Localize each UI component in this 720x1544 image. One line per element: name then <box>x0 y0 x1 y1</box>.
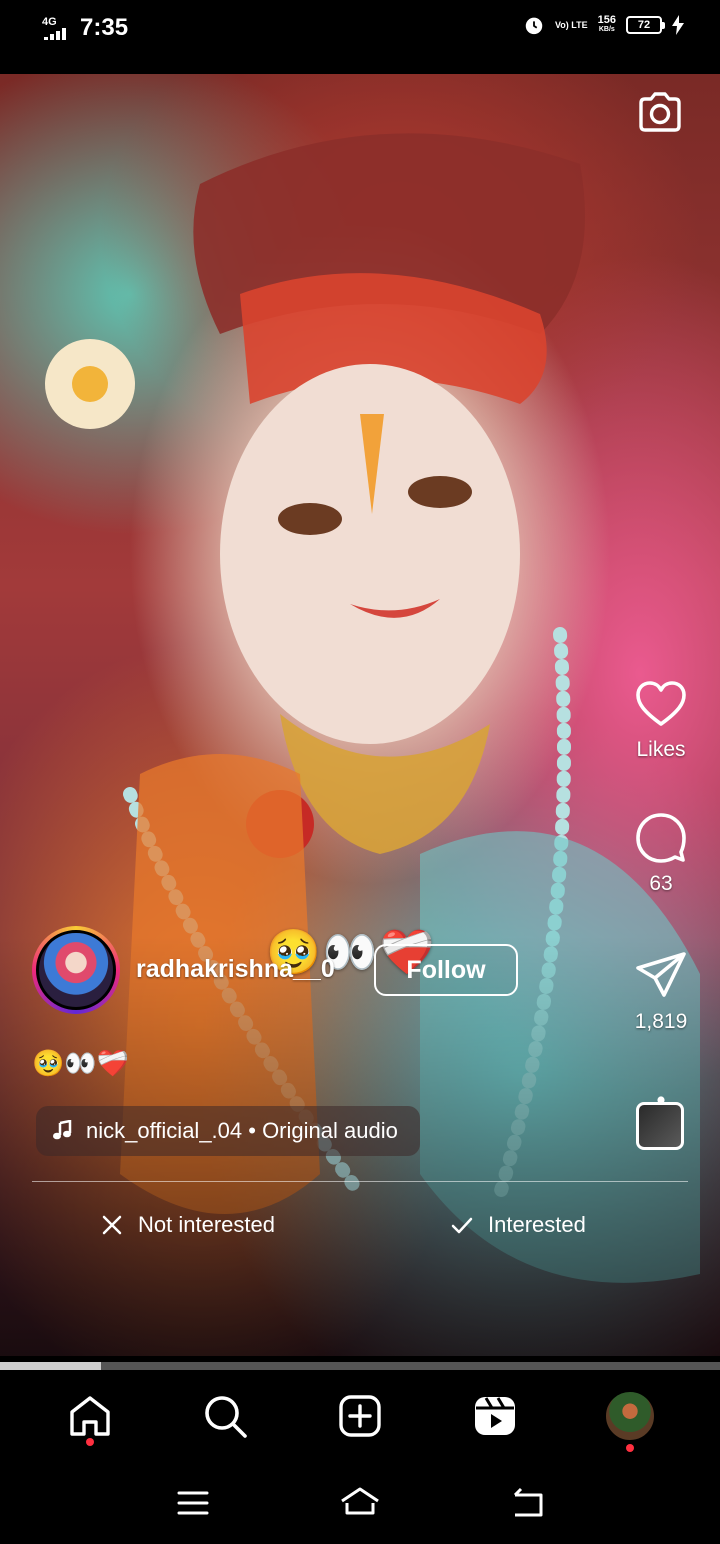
not-interested-label: Not interested <box>138 1212 275 1237</box>
send-icon[interactable] <box>633 948 689 1004</box>
comment-icon[interactable] <box>633 810 689 866</box>
audio-attribution[interactable]: nick_official_.04 • Original audio <box>36 1106 420 1156</box>
menu-icon <box>177 1491 209 1515</box>
search-icon <box>204 1396 247 1438</box>
back-icon <box>513 1487 543 1517</box>
charging-icon <box>672 15 684 35</box>
likes-label: Likes <box>636 738 686 761</box>
music-note-icon <box>53 1120 72 1140</box>
system-home-button[interactable] <box>330 1473 390 1533</box>
interested-label: Interested <box>488 1212 586 1237</box>
shares-count: 1,819 <box>634 1010 688 1033</box>
nav-profile[interactable] <box>594 1380 666 1452</box>
audio-label: nick_official_.04 • Original audio <box>86 1118 398 1143</box>
system-home-icon <box>341 1487 379 1515</box>
feedback-divider <box>32 1181 688 1182</box>
create-icon <box>339 1395 381 1437</box>
reels-icon <box>475 1397 516 1435</box>
nav-home[interactable] <box>54 1380 126 1452</box>
nav-create[interactable] <box>324 1380 396 1452</box>
system-menu-button[interactable] <box>163 1473 223 1533</box>
network-speed: 156 KB/s <box>598 15 616 35</box>
profile-avatar <box>604 1390 657 1442</box>
profile-notification-dot <box>626 1444 635 1452</box>
close-icon <box>102 1215 122 1235</box>
author-avatar[interactable] <box>32 926 120 1014</box>
battery-indicator: 72 <box>626 16 665 34</box>
camera-icon[interactable] <box>636 88 684 136</box>
clock: 7:35 <box>80 14 129 41</box>
audio-thumbnail[interactable] <box>636 1102 684 1150</box>
nav-search[interactable] <box>189 1380 261 1452</box>
author-username[interactable]: radhakrishna__0⁠ <box>136 955 335 984</box>
network-type: 4G <box>42 16 57 28</box>
video-progress-bar[interactable] <box>0 1362 720 1370</box>
signal-icon <box>44 28 66 40</box>
home-notification-dot <box>85 1438 94 1446</box>
reel-caption[interactable]: 🥹👀❤️‍🩹 <box>32 1048 129 1079</box>
video-progress-fill <box>0 1362 101 1370</box>
author-avatar-image <box>36 930 116 1010</box>
system-back-button[interactable] <box>497 1473 557 1533</box>
volte-indicator: Vo) LTE <box>554 19 588 30</box>
not-interested-button[interactable]: Not interested <box>100 1212 275 1238</box>
home-icon <box>69 1396 110 1436</box>
network-speed-unit: KB/s <box>598 26 615 33</box>
comment-action[interactable]: 63 <box>632 810 690 896</box>
status-bar: 4G 7:35 Vo) LTE 156 KB/s 72 <box>0 0 720 74</box>
comments-count: 63 <box>649 872 673 895</box>
system-nav-bar <box>0 1462 720 1544</box>
check-icon <box>451 1217 473 1234</box>
bottom-nav <box>0 1370 720 1462</box>
heart-icon[interactable] <box>633 676 689 732</box>
nav-reels[interactable] <box>459 1380 531 1452</box>
status-icons: Vo) LTE 156 KB/s 72 <box>523 14 684 36</box>
alarm-icon <box>525 17 543 35</box>
like-action[interactable]: Likes <box>632 676 690 762</box>
interested-button[interactable]: Interested <box>450 1212 586 1238</box>
reel-video[interactable]: 🥹👀❤️‍🩹 <box>0 74 720 1356</box>
follow-button[interactable]: Follow <box>374 944 518 996</box>
share-action[interactable]: 1,819 <box>632 948 690 1034</box>
